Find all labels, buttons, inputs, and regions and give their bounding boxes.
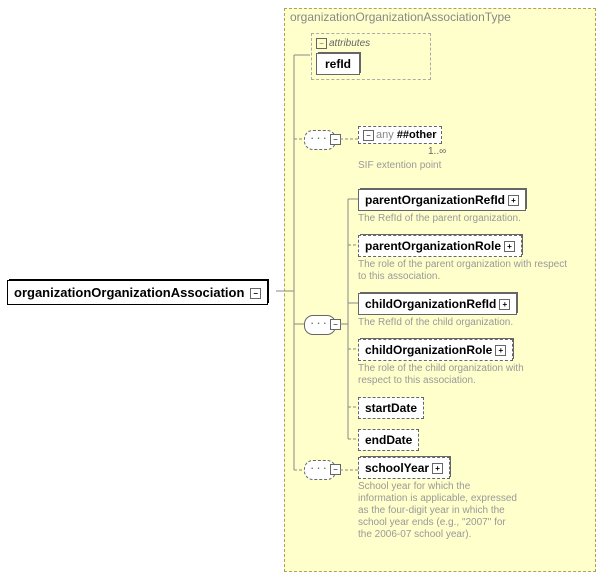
- minus-icon[interactable]: −: [250, 288, 261, 299]
- plus-icon[interactable]: +: [432, 463, 443, 474]
- elem-parent-org-refid[interactable]: parentOrganizationRefId+: [358, 189, 526, 211]
- sequence-connector-schoolyear[interactable]: −: [304, 460, 336, 480]
- any-other: ##other: [397, 129, 437, 141]
- any-desc: SIF extention point: [358, 160, 508, 172]
- any-cardinality: 1..∞: [428, 146, 446, 157]
- minus-icon: −: [330, 134, 341, 145]
- type-label: organizationOrganizationAssociationType: [290, 10, 511, 24]
- minus-icon: −: [330, 319, 341, 330]
- desc-parent-org-refid: The RefId of the parent organization.: [358, 213, 578, 225]
- elem-start-date[interactable]: startDate: [358, 397, 424, 419]
- attributes-label: −attributes: [316, 38, 426, 49]
- plus-icon[interactable]: +: [495, 345, 506, 356]
- sequence-connector-main[interactable]: −: [304, 315, 336, 335]
- minus-icon: −: [363, 130, 374, 141]
- minus-icon: −: [330, 464, 341, 475]
- attributes-box: −attributes refId: [311, 33, 431, 80]
- any-label: any: [376, 129, 394, 141]
- desc-child-org-role: The role of the child organization with …: [358, 363, 558, 387]
- plus-icon[interactable]: +: [508, 195, 519, 206]
- sequence-connector-any[interactable]: −: [304, 130, 336, 150]
- desc-parent-org-role: The role of the parent organization with…: [358, 259, 578, 283]
- attr-refid[interactable]: refId: [316, 53, 360, 75]
- desc-child-org-refid: The RefId of the child organization.: [358, 317, 578, 329]
- plus-icon[interactable]: +: [504, 241, 515, 252]
- elem-child-org-refid[interactable]: childOrganizationRefId+: [358, 293, 517, 315]
- elem-child-org-role[interactable]: childOrganizationRole+: [358, 339, 513, 361]
- elem-parent-org-role[interactable]: parentOrganizationRole+: [358, 235, 522, 257]
- any-element[interactable]: −any ##other: [358, 126, 442, 144]
- plus-icon[interactable]: +: [499, 299, 510, 310]
- desc-school-year: School year for which the information is…: [358, 481, 518, 541]
- root-element-label: organizationOrganizationAssociation: [14, 285, 244, 300]
- elem-school-year[interactable]: schoolYear+: [358, 457, 450, 479]
- elem-end-date[interactable]: endDate: [358, 429, 419, 451]
- minus-icon: −: [316, 38, 327, 49]
- root-element[interactable]: organizationOrganizationAssociation −: [7, 280, 268, 305]
